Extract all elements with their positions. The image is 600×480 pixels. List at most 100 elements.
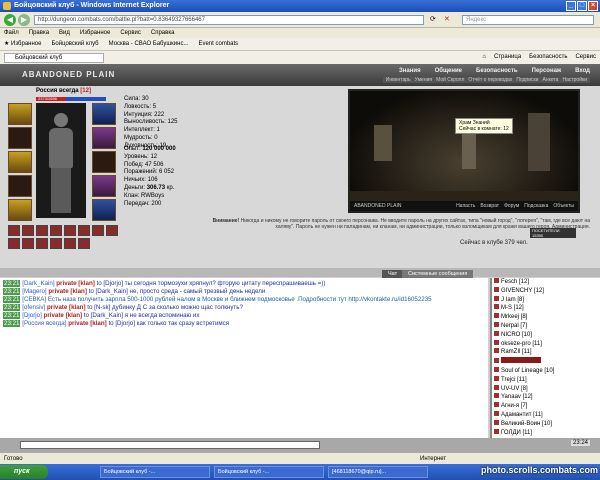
inv-slot[interactable] [22, 225, 34, 236]
user-item[interactable]: Trejci [11] [494, 375, 600, 385]
location-scene[interactable]: ABANDONED PLAIN Напасть Возврат Форум По… [348, 89, 580, 213]
user-item[interactable]: Адамантит [11] [494, 410, 600, 420]
user-item[interactable]: NICRO [10] [494, 330, 600, 340]
maximize-button[interactable]: □ [577, 1, 587, 11]
nav-security[interactable]: Безопасность [476, 68, 518, 74]
nav-profile[interactable]: Анкета [542, 77, 558, 83]
nav-social[interactable]: Общение [435, 68, 462, 74]
inv-slot[interactable] [92, 225, 104, 236]
user-item[interactable]: Агни-я [7] [494, 402, 600, 411]
tool-page[interactable]: Страница [494, 51, 521, 64]
slot-ring-2[interactable] [92, 127, 116, 149]
tool-security[interactable]: Безопасность [529, 51, 567, 64]
fav-link-3[interactable]: Event combats [198, 38, 238, 50]
chat-nick[interactable]: [Magero] [22, 288, 46, 295]
forward-icon[interactable]: ▶ [18, 14, 30, 26]
nav-scroll[interactable]: Мой Скролл [436, 77, 464, 83]
menu-edit[interactable]: Правка [29, 28, 49, 38]
user-item[interactable]: Nerpal [7] [494, 321, 600, 331]
nav-exit[interactable]: Вход [575, 68, 590, 74]
scene-return-link[interactable]: Возврат [480, 201, 499, 211]
nav-transfers[interactable]: Отчёт о переводах [468, 77, 512, 83]
nav-inventory[interactable]: Инвентарь [386, 77, 411, 83]
user-item[interactable]: Soul of Lineage [10] [494, 366, 600, 376]
user-item[interactable]: Yanaav [12] [494, 393, 600, 402]
menu-file[interactable]: Файл [4, 28, 19, 38]
menu-favorites[interactable]: Избранное [80, 28, 110, 38]
chat-input[interactable] [20, 441, 320, 449]
tab-chat[interactable]: Чат [382, 270, 404, 278]
menu-view[interactable]: Вид [59, 28, 70, 38]
taskbar-item[interactable]: Бойцовский клуб -... [214, 466, 324, 478]
taskbar-item[interactable]: [468118670@qip.ru]... [328, 466, 428, 478]
inv-slot[interactable] [78, 238, 90, 249]
inv-slot[interactable] [22, 238, 34, 249]
inv-slot[interactable] [50, 225, 62, 236]
favorites-button[interactable]: ★ Избранное [4, 38, 41, 50]
stop-icon[interactable]: ✕ [444, 15, 450, 23]
inv-slot[interactable] [78, 225, 90, 236]
menu-help[interactable]: Справка [151, 28, 175, 38]
home-icon[interactable]: ⌂ [482, 51, 486, 64]
taskbar-item[interactable]: Бойцовский клуб -... [100, 466, 210, 478]
user-item[interactable]: ГОЛДИ [11] [494, 428, 600, 438]
info-clan[interactable]: Клан: RWBoys [124, 193, 176, 201]
minimize-button[interactable]: _ [566, 1, 576, 11]
user-item[interactable]: UV-UV [8] [494, 384, 600, 394]
back-icon[interactable]: ◀ [4, 14, 16, 26]
tool-service[interactable]: Сервис [575, 51, 596, 64]
refresh-icon[interactable]: ⟳ [430, 15, 436, 23]
user-item[interactable]: RamZIl [11] [494, 348, 600, 357]
slot-armor[interactable] [8, 175, 32, 197]
inv-slot[interactable] [64, 238, 76, 249]
nav-subscriptions[interactable]: Подписки [516, 77, 538, 83]
chat-nick[interactable]: [Dark_Kain] [22, 280, 54, 287]
scene-hint-link[interactable]: Подсказка [524, 201, 548, 211]
user-item[interactable] [494, 357, 600, 367]
chat-nick[interactable]: [Россия всегда] [22, 320, 66, 327]
fav-link-1[interactable]: Бойцовский клуб [51, 38, 98, 50]
inv-slot[interactable] [106, 225, 118, 236]
slot-belt[interactable] [8, 199, 32, 221]
tab-system-messages[interactable]: Системные сообщения [402, 270, 474, 278]
fav-link-2[interactable]: Москва - СВАО Бабушкинс... [109, 38, 189, 50]
user-list[interactable]: Fesch [12] GIVENCHY [12] J Iam [8] M-S [… [490, 278, 600, 438]
scene-building-left[interactable] [374, 125, 392, 161]
slot-amulet[interactable] [8, 127, 32, 149]
menu-tools[interactable]: Сервис [120, 28, 141, 38]
browser-tab[interactable]: Бойцовский клуб [4, 53, 104, 63]
slot-ring-1[interactable] [92, 103, 116, 125]
user-item[interactable]: Великий-Воин [10] [494, 419, 600, 429]
user-item[interactable]: M-S [12] [494, 304, 600, 313]
chat-nick[interactable]: [ofensiv] [22, 304, 45, 311]
chat-nick[interactable]: [Djorjo] [22, 312, 42, 319]
start-button[interactable]: пуск [0, 465, 48, 479]
nav-settings[interactable]: Настройки [562, 77, 587, 83]
inv-slot[interactable] [8, 225, 20, 236]
slot-gloves[interactable] [92, 151, 116, 173]
chat-nick[interactable]: [СЕВКА] [22, 296, 46, 303]
inv-slot[interactable] [36, 238, 48, 249]
user-item[interactable]: J Iam [8] [494, 295, 600, 305]
slot-helmet[interactable] [8, 103, 32, 125]
inv-slot[interactable] [64, 225, 76, 236]
slot-weapon[interactable] [8, 151, 32, 173]
nav-skills[interactable]: Умения [415, 77, 432, 83]
scene-objects-link[interactable]: Объекты [553, 201, 574, 211]
chat-log[interactable]: 23:21 [Dark_Kain] private [klan] to [Djo… [0, 278, 488, 438]
scene-forum-link[interactable]: Форум [504, 201, 519, 211]
user-item[interactable]: Mrkeej [8] [494, 313, 600, 322]
visitor-counter[interactable]: ПОСЕТИТЕЛИ 15390 [530, 228, 576, 238]
scene-attack-link[interactable]: Напасть [456, 201, 475, 211]
slot-boots[interactable] [92, 199, 116, 221]
slot-shield[interactable] [92, 175, 116, 197]
user-item[interactable]: Fesch [12] [494, 278, 600, 287]
inv-slot[interactable] [8, 238, 20, 249]
inv-slot[interactable] [50, 238, 62, 249]
inv-slot[interactable] [36, 225, 48, 236]
character-name[interactable]: Россия всегда [12] [36, 88, 91, 94]
close-button[interactable]: × [588, 1, 598, 11]
nav-knowledge[interactable]: Знания [399, 68, 421, 74]
nav-character[interactable]: Персонаж [532, 68, 562, 74]
user-item[interactable]: GIVENCHY [12] [494, 286, 600, 296]
